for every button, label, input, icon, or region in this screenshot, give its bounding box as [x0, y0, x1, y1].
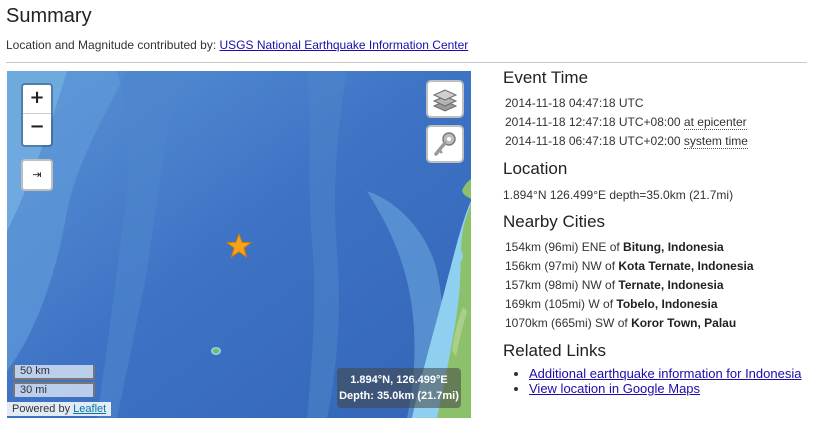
attribution-prefix: Location and Magnitude contributed by:	[6, 38, 217, 52]
city-name: Koror Town, Palau	[631, 316, 737, 330]
city-item: 156km (97mi) NW of Kota Ternate, Indones…	[503, 257, 754, 276]
nearby-cities-list: 154km (96mi) ENE of Bitung, Indonesia 15…	[503, 238, 754, 333]
earthquake-map[interactable]: + − ⇥ 50 km 30 mi Powered by Leaflet 1.8…	[7, 71, 471, 418]
location-text: 1.894°N 126.499°E depth=35.0km (21.7mi)	[503, 188, 734, 202]
location-heading: Location	[503, 159, 568, 178]
divider	[6, 62, 807, 63]
city-distance: 157km (98mi) NW of	[505, 278, 616, 292]
layers-icon	[432, 89, 458, 112]
city-item: 1070km (665mi) SW of Koror Town, Palau	[503, 314, 754, 333]
city-item: 157km (98mi) NW of Ternate, Indonesia	[503, 276, 754, 295]
epicenter-label: at epicenter	[683, 115, 747, 130]
coordinates-readout: 1.894°N, 126.499°E Depth: 35.0km (21.7mi…	[337, 368, 461, 408]
leaflet-link[interactable]: Leaflet	[73, 403, 106, 415]
city-item: 169km (105mi) W of Tobelo, Indonesia	[503, 295, 754, 314]
time-epicenter: 2014-11-18 12:47:18 UTC+08:00 at epicent…	[503, 113, 823, 132]
map-attribution: Powered by Leaflet	[7, 402, 112, 416]
city-distance: 154km (96mi) ENE of	[505, 240, 620, 254]
powered-by-label: Powered by	[12, 403, 71, 415]
city-name: Kota Ternate, Indonesia	[618, 259, 754, 273]
layers-button[interactable]	[426, 80, 464, 118]
coordinates-depth: Depth: 35.0km (21.7mi)	[339, 390, 459, 402]
city-item: 154km (96mi) ENE of Bitung, Indonesia	[503, 238, 754, 257]
scale-km: 50 km	[13, 365, 95, 380]
related-links-heading: Related Links	[503, 341, 607, 360]
city-name: Ternate, Indonesia	[618, 278, 724, 292]
time-system: 2014-11-18 06:47:18 UTC+02:00 system tim…	[503, 132, 823, 151]
city-distance: 1070km (665mi) SW of	[505, 316, 628, 330]
nearby-cities-heading: Nearby Cities	[503, 212, 606, 231]
city-distance: 156km (97mi) NW of	[505, 259, 616, 273]
legend-key-button[interactable]	[426, 125, 464, 163]
usgs-neic-link[interactable]: USGS National Earthquake Information Cen…	[220, 38, 469, 52]
city-name: Tobelo, Indonesia	[616, 297, 718, 311]
event-info-panel: Event Time 2014-11-18 04:47:18 UTC 2014-…	[503, 68, 823, 396]
time-system-value: 2014-11-18 06:47:18 UTC+02:00	[505, 134, 681, 148]
city-distance: 169km (105mi) W of	[505, 297, 614, 311]
city-name: Bitung, Indonesia	[623, 240, 724, 254]
map-scale: 50 km 30 mi	[13, 365, 95, 397]
fullscreen-toggle-button[interactable]: ⇥	[21, 159, 53, 191]
scale-mi: 30 mi	[13, 382, 95, 397]
key-icon	[434, 132, 456, 156]
event-time-list: 2014-11-18 04:47:18 UTC 2014-11-18 12:47…	[503, 94, 823, 151]
fullscreen-toggle-icon: ⇥	[32, 169, 42, 181]
google-maps-link[interactable]: View location in Google Maps	[529, 381, 700, 396]
zoom-control: + −	[21, 83, 53, 147]
time-epicenter-value: 2014-11-18 12:47:18 UTC+08:00	[505, 115, 681, 129]
page-title: Summary	[6, 5, 92, 27]
zoom-in-button[interactable]: +	[23, 85, 51, 114]
related-link-item: Additional earthquake information for In…	[529, 366, 801, 381]
time-utc: 2014-11-18 04:47:18 UTC	[505, 96, 644, 110]
epicenter-star-marker[interactable]	[226, 233, 252, 259]
attribution: Location and Magnitude contributed by: U…	[6, 38, 468, 52]
related-link-item: View location in Google Maps	[529, 381, 801, 396]
indonesia-info-link[interactable]: Additional earthquake information for In…	[529, 366, 801, 381]
related-links-list: Additional earthquake information for In…	[503, 366, 801, 396]
zoom-out-button[interactable]: −	[23, 114, 51, 142]
coordinates-latlon: 1.894°N, 126.499°E	[350, 374, 448, 386]
event-time-heading: Event Time	[503, 68, 589, 87]
system-time-label: system time	[683, 134, 748, 149]
